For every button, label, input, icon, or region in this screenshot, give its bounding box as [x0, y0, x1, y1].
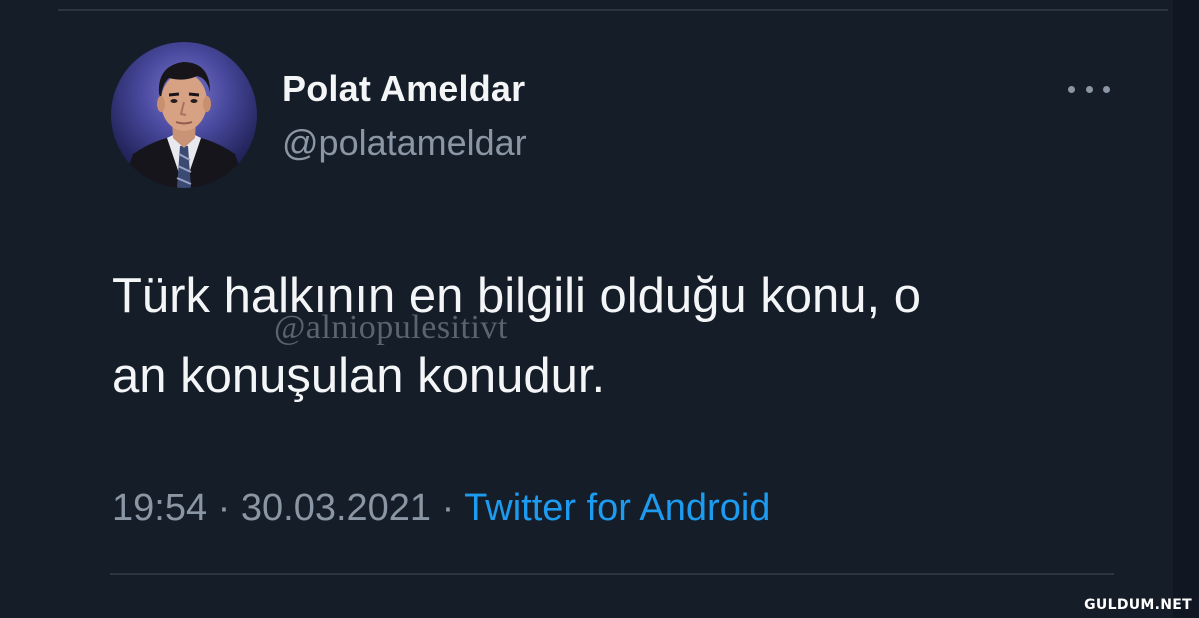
site-watermark: GULDUM.NET — [1084, 597, 1192, 613]
tweet-time[interactable]: 19:54 — [112, 487, 207, 529]
author-handle[interactable]: @polatameldar — [282, 122, 527, 164]
tweet-source-link[interactable]: Twitter for Android — [464, 487, 770, 529]
bottom-divider — [110, 573, 1114, 575]
screen-edge — [1173, 0, 1199, 618]
more-horizontal-icon — [1103, 85, 1110, 93]
tweet-screen: Polat Ameldar @polatameldar Türk halkını… — [0, 0, 1199, 618]
profile-photo-icon — [121, 62, 247, 188]
tweet-text-line: Türk halkının en bilgili olduğu konu, o — [112, 269, 922, 323]
author-display-name[interactable]: Polat Ameldar — [282, 68, 525, 110]
meta-separator: · — [217, 487, 231, 529]
watermark-handle: @alniopulesitivt — [274, 309, 508, 346]
top-divider — [58, 9, 1168, 11]
more-options-button[interactable] — [1068, 78, 1110, 100]
more-horizontal-icon — [1085, 85, 1093, 93]
tweet-date[interactable]: 30.03.2021 — [241, 487, 431, 529]
avatar[interactable] — [111, 42, 257, 188]
tweet-text: Türk halkının en bilgili olduğu konu, o … — [112, 256, 1112, 416]
meta-separator: · — [441, 487, 455, 529]
more-horizontal-icon — [1068, 85, 1075, 93]
tweet-text-line: an konuşulan konudur. — [112, 349, 606, 403]
tweet-metadata: 19:54 · 30.03.2021 · Twitter for Android — [112, 487, 770, 530]
